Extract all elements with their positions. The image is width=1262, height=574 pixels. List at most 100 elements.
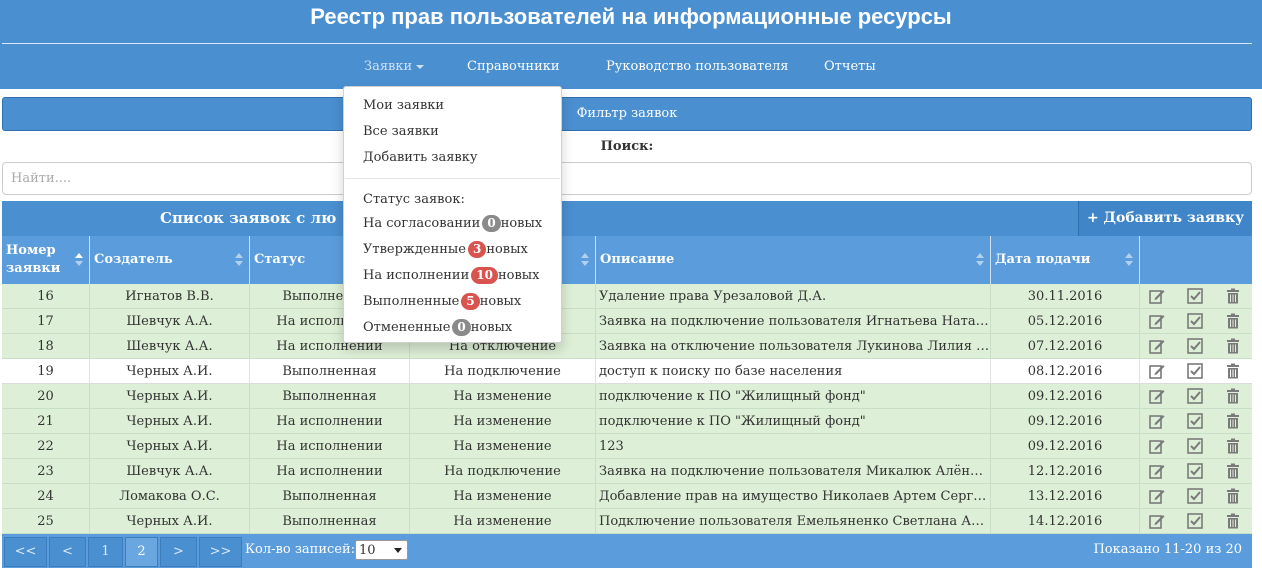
table-row[interactable]: 24 Ломакова О.С. Выполненная На изменение До… bbox=[2, 484, 1252, 509]
cell-type: На изменение bbox=[410, 409, 596, 434]
trash-icon[interactable] bbox=[1225, 438, 1241, 454]
check-icon[interactable] bbox=[1187, 313, 1203, 329]
col-header-description[interactable]: Описание bbox=[596, 236, 991, 284]
cell-status: На исполнении bbox=[250, 434, 410, 459]
pager-prev-button[interactable]: < bbox=[49, 537, 86, 567]
nav-item-reports[interactable]: Отчеты bbox=[824, 59, 876, 74]
col-header-creator[interactable]: Создатель bbox=[90, 236, 250, 284]
cell-type: На изменение bbox=[410, 484, 596, 509]
check-icon[interactable] bbox=[1187, 413, 1203, 429]
status-suffix: новых bbox=[500, 216, 543, 231]
cell-actions bbox=[1140, 284, 1252, 309]
trash-icon[interactable] bbox=[1225, 338, 1241, 354]
add-request-button[interactable]: + Добавить заявку bbox=[1078, 201, 1252, 236]
check-icon[interactable] bbox=[1187, 463, 1203, 479]
cell-date: 09.12.2016 bbox=[991, 384, 1140, 409]
pagination-info: Показано 11-20 из 20 bbox=[1093, 542, 1242, 557]
edit-icon[interactable] bbox=[1149, 338, 1165, 354]
check-icon[interactable] bbox=[1187, 388, 1203, 404]
edit-icon[interactable] bbox=[1149, 438, 1165, 454]
trash-icon[interactable] bbox=[1225, 288, 1241, 304]
trash-icon[interactable] bbox=[1225, 488, 1241, 504]
trash-icon[interactable] bbox=[1225, 463, 1241, 479]
pager-last-button[interactable]: >> bbox=[199, 537, 242, 567]
trash-icon[interactable] bbox=[1225, 313, 1241, 329]
edit-icon[interactable] bbox=[1149, 513, 1165, 529]
edit-icon[interactable] bbox=[1149, 288, 1165, 304]
cell-description: доступ к поиску по базе населения bbox=[596, 359, 991, 384]
table-row[interactable]: 20 Черных А.И. Выполненная На изменение подк… bbox=[2, 384, 1252, 409]
menu-item-status[interactable]: На исполнении 10 новых bbox=[363, 267, 539, 284]
edit-icon[interactable] bbox=[1149, 388, 1165, 404]
col-header-number[interactable]: Номер заявки bbox=[2, 236, 90, 284]
menu-item-add-request[interactable]: Добавить заявку bbox=[363, 150, 478, 165]
table-row[interactable]: 21 Черных А.И. На исполнении На изменение по… bbox=[2, 409, 1252, 434]
trash-icon[interactable] bbox=[1225, 513, 1241, 529]
status-label: На исполнении bbox=[363, 268, 470, 283]
header-divider bbox=[2, 43, 1252, 44]
cell-description: Удаление права Урезаловой Д.А. bbox=[596, 284, 991, 309]
pager-page-2-button[interactable]: 2 bbox=[125, 537, 158, 567]
check-icon[interactable] bbox=[1187, 363, 1203, 379]
col-header-date[interactable]: Дата подачи bbox=[991, 236, 1140, 284]
edit-icon[interactable] bbox=[1149, 313, 1165, 329]
sort-icon bbox=[581, 253, 589, 267]
nav-item-directories[interactable]: Справочники bbox=[467, 59, 560, 74]
cell-description: подключение к ПО "Жилищный фонд" bbox=[596, 384, 991, 409]
menu-divider bbox=[345, 178, 560, 179]
menu-item-my-requests[interactable]: Мои заявки bbox=[363, 98, 444, 113]
nav-item-requests[interactable]: Заявки bbox=[364, 59, 425, 74]
col-header-label: Номер заявки bbox=[6, 243, 61, 276]
table-row[interactable]: 25 Черных А.И. Выполненная На изменение Подк… bbox=[2, 509, 1252, 534]
cell-status: Выполненная bbox=[250, 384, 410, 409]
search-input[interactable] bbox=[2, 162, 1252, 195]
trash-icon[interactable] bbox=[1225, 413, 1241, 429]
check-icon[interactable] bbox=[1187, 438, 1203, 454]
menu-item-status[interactable]: Утвержденные 3 новых bbox=[363, 241, 528, 258]
cell-number: 19 bbox=[2, 359, 90, 384]
table-row[interactable]: 19 Черных А.И. Выполненная На подключение до… bbox=[2, 359, 1252, 384]
cell-description: Заявка на отключение пользователя Лукино… bbox=[596, 334, 991, 359]
pager-first-button[interactable]: << bbox=[4, 537, 47, 567]
menu-item-all-requests[interactable]: Все заявки bbox=[363, 124, 439, 139]
check-icon[interactable] bbox=[1187, 488, 1203, 504]
cell-status: На исполнении bbox=[250, 409, 410, 434]
requests-dropdown-menu: Мои заявки Все заявки Добавить заявку Ст… bbox=[343, 86, 562, 343]
status-label: На согласовании bbox=[363, 216, 481, 231]
trash-icon[interactable] bbox=[1225, 363, 1241, 379]
edit-icon[interactable] bbox=[1149, 488, 1165, 504]
cell-creator: Черных А.И. bbox=[90, 434, 250, 459]
menu-item-status[interactable]: Выполненные 5 новых bbox=[363, 293, 521, 310]
table-row[interactable]: 17 Шевчук А.А. На исполнении Заявка на подк… bbox=[2, 309, 1252, 334]
edit-icon[interactable] bbox=[1149, 363, 1165, 379]
trash-icon[interactable] bbox=[1225, 388, 1241, 404]
filter-button[interactable]: Фильтр заявок bbox=[2, 97, 1252, 131]
nav-item-user-guide[interactable]: Руководство пользователя bbox=[606, 59, 788, 74]
check-icon[interactable] bbox=[1187, 513, 1203, 529]
cell-creator: Шевчук А.А. bbox=[90, 309, 250, 334]
table-row[interactable]: 16 Игнатов В.В. Выполненная Удаление права … bbox=[2, 284, 1252, 309]
table-row[interactable]: 22 Черных А.И. На исполнении На изменение 12… bbox=[2, 434, 1252, 459]
pager-page-1-button[interactable]: 1 bbox=[88, 537, 123, 567]
table-row[interactable]: 23 Шевчук А.А. На исполнении На подключение… bbox=[2, 459, 1252, 484]
menu-item-status[interactable]: Отмененные 0 новых bbox=[363, 319, 512, 336]
cell-creator: Игнатов В.В. bbox=[90, 284, 250, 309]
table-row[interactable]: 18 Шевчук А.А. На исполнении На отключение З… bbox=[2, 334, 1252, 359]
status-suffix: новых bbox=[486, 242, 528, 257]
cell-type: На изменение bbox=[410, 434, 596, 459]
cell-number: 22 bbox=[2, 434, 90, 459]
page-size-select[interactable]: 10 bbox=[355, 540, 408, 560]
edit-icon[interactable] bbox=[1149, 413, 1165, 429]
cell-status: На исполнении bbox=[250, 459, 410, 484]
cell-description: Заявка на подключение пользователя Микал… bbox=[596, 459, 991, 484]
cell-type: На подключение bbox=[410, 459, 596, 484]
pager-next-button[interactable]: > bbox=[160, 537, 197, 567]
cell-description: Подключение пользователя Емельяненко Све… bbox=[596, 509, 991, 534]
status-label: Утвержденные bbox=[363, 242, 466, 257]
cell-actions bbox=[1140, 484, 1252, 509]
check-icon[interactable] bbox=[1187, 288, 1203, 304]
check-icon[interactable] bbox=[1187, 338, 1203, 354]
cell-status: Выполненная bbox=[250, 359, 410, 384]
edit-icon[interactable] bbox=[1149, 463, 1165, 479]
menu-item-status[interactable]: На согласовании 0 новых bbox=[363, 215, 542, 232]
